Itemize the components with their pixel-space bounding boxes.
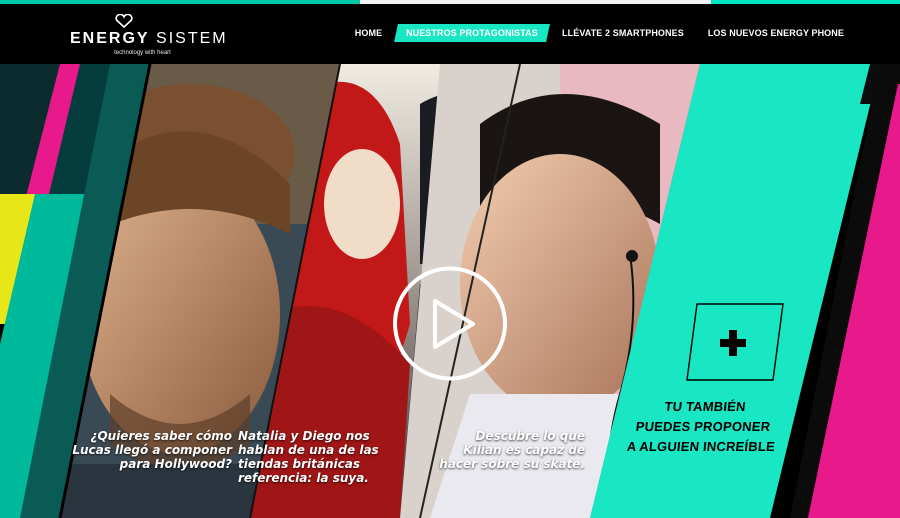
- nav-llevate-2-smartphones[interactable]: LLÉVATE 2 SMARTPHONES: [552, 24, 694, 42]
- cta-text[interactable]: TU TAMBIÉN PUEDES PROPONER A ALGUIEN INC…: [625, 397, 781, 457]
- main-nav: HOME NUESTROS PROTAGONISTAS LLÉVATE 2 SM…: [341, 24, 854, 42]
- cta-line-1: TU TAMBIÉN: [663, 399, 747, 414]
- cta-line-3: A ALGUIEN INCREÍBLE: [626, 439, 776, 454]
- site-header: ENERGY SISTEM technology with heart HOME…: [0, 4, 900, 64]
- energy-sistem-logo[interactable]: ENERGY SISTEM technology with heart: [70, 12, 226, 56]
- nav-nuestros-protagonistas-label: NUESTROS PROTAGONISTAS: [406, 28, 539, 38]
- hero-stage: ¿Quieres saber cómo Lucas llegó a compon…: [0, 64, 900, 518]
- play-icon[interactable]: [389, 265, 511, 382]
- cta-line-2: PUEDES PROPONER: [635, 419, 772, 434]
- logo-brand-bold: ENERGY: [70, 30, 150, 47]
- plus-icon[interactable]: [685, 302, 785, 382]
- nav-nuestros-protagonistas[interactable]: NUESTROS PROTAGONISTAS: [394, 24, 550, 42]
- logo-brand-light: SISTEM: [156, 30, 228, 47]
- nav-home[interactable]: HOME: [345, 24, 392, 42]
- logo-tagline: technology with heart: [114, 50, 171, 56]
- caption-natalia-diego[interactable]: Natalia y Diego nos hablan de una de las…: [238, 429, 403, 485]
- logo-wordmark: ENERGY SISTEM: [70, 30, 226, 48]
- nav-los-nuevos-energy-phone[interactable]: LOS NUEVOS ENERGY PHONE: [698, 24, 854, 42]
- caption-lucas[interactable]: ¿Quieres saber cómo Lucas llegó a compon…: [72, 429, 232, 471]
- heart-logo-icon: [115, 14, 133, 28]
- caption-kilian[interactable]: Descubre lo que Kilian es capaz de hacer…: [435, 429, 585, 471]
